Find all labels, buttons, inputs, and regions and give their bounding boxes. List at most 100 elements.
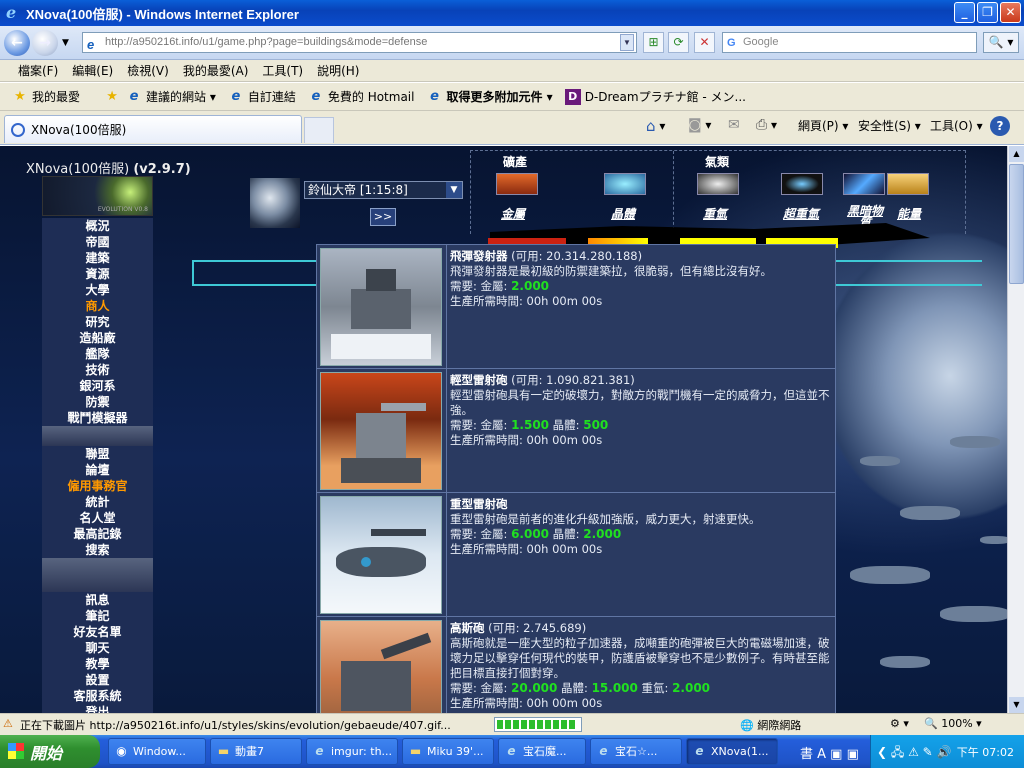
help-icon[interactable]: ? bbox=[990, 116, 1010, 136]
stop-icon[interactable]: ✕ bbox=[694, 32, 715, 53]
nav-statistics[interactable]: 統計 bbox=[42, 494, 153, 510]
start-label: 開始 bbox=[30, 743, 63, 763]
nav-empire[interactable]: 帝國 bbox=[42, 234, 153, 250]
task-window[interactable]: ◉ Window... bbox=[108, 738, 206, 765]
next-planet-button[interactable]: >> bbox=[370, 208, 396, 226]
menu-help[interactable]: 說明(H) bbox=[317, 62, 359, 79]
tools-menu[interactable]: 工具(O) ▾ bbox=[930, 117, 983, 134]
new-tab-button[interactable] bbox=[304, 117, 334, 143]
task-ie-gem2[interactable]: e 宝石☆... bbox=[590, 738, 682, 765]
scroll-up-icon[interactable]: ▲ bbox=[1009, 146, 1024, 162]
res-metal[interactable]: 金屬 bbox=[501, 205, 525, 222]
requirements-label: 需要: 金屬: bbox=[450, 279, 512, 293]
url-text: http://a950216t.info/u1/game.php?page=bu… bbox=[105, 36, 428, 48]
res-deuterium[interactable]: 重氫 bbox=[703, 205, 727, 222]
res-crystal[interactable]: 晶體 bbox=[611, 205, 635, 222]
compatibility-icon[interactable]: ⊞ bbox=[643, 32, 664, 53]
minimize-button[interactable]: _ bbox=[954, 2, 975, 23]
heavy-laser-image[interactable] bbox=[320, 496, 442, 614]
safety-menu[interactable]: 安全性(S) ▾ bbox=[858, 117, 921, 134]
nav-buddies[interactable]: 好友名單 bbox=[42, 624, 153, 640]
task-folder-miku[interactable]: ▬ Miku 39'... bbox=[402, 738, 494, 765]
history-dropdown-icon[interactable]: ▼ bbox=[62, 38, 69, 48]
nav-simulator[interactable]: 戰鬥模擬器 bbox=[42, 410, 153, 426]
res-energy[interactable]: 能量 bbox=[897, 205, 921, 222]
fav-d-dream[interactable]: D D-Dreamプラチナ館 - メン... bbox=[564, 88, 746, 105]
favorites-button[interactable]: ★ 我的最愛 bbox=[12, 88, 80, 105]
start-button[interactable]: 開始 bbox=[0, 735, 100, 768]
menu-tools[interactable]: 工具(T) bbox=[262, 62, 303, 79]
rocket-launcher-image[interactable] bbox=[320, 248, 442, 366]
fav-addons[interactable]: e 取得更多附加元件 ▾ bbox=[426, 88, 553, 105]
back-button[interactable]: ← bbox=[4, 30, 30, 56]
nav-search[interactable]: 搜索 bbox=[42, 542, 153, 558]
nav-galaxy[interactable]: 銀河系 bbox=[42, 378, 153, 394]
defense-name[interactable]: 飛彈發射器 bbox=[450, 249, 508, 263]
nav-fleet[interactable]: 艦隊 bbox=[42, 346, 153, 362]
mail-button[interactable]: ✉ bbox=[728, 117, 740, 133]
defense-name[interactable]: 輕型雷射砲 bbox=[450, 373, 508, 387]
feeds-button[interactable]: ◙ ▾ bbox=[688, 117, 711, 133]
menu-edit[interactable]: 編輯(E) bbox=[72, 62, 113, 79]
clock: 下午 07:02 bbox=[956, 746, 1014, 759]
fav-custom-links[interactable]: e 自訂連結 bbox=[228, 88, 295, 105]
light-laser-image[interactable] bbox=[320, 372, 442, 490]
nav-research[interactable]: 研究 bbox=[42, 314, 153, 330]
nav-technology[interactable]: 技術 bbox=[42, 362, 153, 378]
scroll-thumb[interactable] bbox=[1009, 164, 1024, 284]
nav-alliance[interactable]: 聯盟 bbox=[42, 446, 153, 462]
nav-officers[interactable]: 僱用事務官 bbox=[42, 478, 153, 494]
res-super-deuterium[interactable]: 超重氫 bbox=[783, 205, 819, 222]
nav-records[interactable]: 最高記錄 bbox=[42, 526, 153, 542]
search-button[interactable]: 🔍 ▾ bbox=[983, 32, 1019, 53]
nav-chat[interactable]: 聊天 bbox=[42, 640, 153, 656]
maximize-button[interactable]: ❐ bbox=[977, 2, 998, 23]
menu-file[interactable]: 檔案(F) bbox=[18, 62, 58, 79]
nav-settings[interactable]: 設置 bbox=[42, 672, 153, 688]
refresh-icon[interactable]: ⟳ bbox=[668, 32, 689, 53]
task-xnova[interactable]: e XNova(1... bbox=[686, 738, 778, 765]
nav-support[interactable]: 客服系統 bbox=[42, 688, 153, 704]
url-dropdown-icon[interactable]: ▼ bbox=[620, 34, 634, 51]
nav-overview[interactable]: 概況 bbox=[42, 218, 153, 234]
nav-messages[interactable]: 訊息 bbox=[42, 592, 153, 608]
home-button[interactable]: ⌂ ▾ bbox=[646, 117, 665, 135]
task-folder-anim[interactable]: ▬ 動畫7 bbox=[210, 738, 302, 765]
defense-name[interactable]: 重型雷射砲 bbox=[450, 497, 508, 511]
scroll-down-icon[interactable]: ▼ bbox=[1009, 697, 1024, 713]
nav-resources[interactable]: 資源 bbox=[42, 266, 153, 282]
task-imgur[interactable]: e imgur: th... bbox=[306, 738, 398, 765]
nav-merchant[interactable]: 商人 bbox=[42, 298, 153, 314]
address-field[interactable]: e http://a950216t.info/u1/game.php?page=… bbox=[82, 32, 637, 53]
nav-hall-of-fame[interactable]: 名人堂 bbox=[42, 510, 153, 526]
forward-button[interactable]: → bbox=[32, 30, 58, 56]
menu-view[interactable]: 檢視(V) bbox=[127, 62, 169, 79]
nav-logout[interactable]: 登出 bbox=[42, 704, 153, 713]
zone-indicator[interactable]: 🌐 網際網路 bbox=[740, 717, 801, 733]
zoom-control[interactable]: 🔍 100% ▾ bbox=[924, 717, 982, 730]
nav-defense[interactable]: 防禦 bbox=[42, 394, 153, 410]
close-button[interactable]: ✕ bbox=[1000, 2, 1021, 23]
planet-select[interactable]: 鈴仙大帝 [1:15:8] ▼ bbox=[304, 181, 463, 199]
vertical-scrollbar[interactable]: ▲ ▼ bbox=[1007, 146, 1024, 713]
gauss-cannon-image[interactable] bbox=[320, 620, 442, 713]
tray-icons[interactable]: ❮ 🖧 ⚠ ✎ 🔊 bbox=[877, 743, 951, 764]
fav-suggested-sites[interactable]: e 建議的網站 ▾ bbox=[126, 88, 216, 105]
page-menu[interactable]: 網頁(P) ▾ bbox=[798, 117, 848, 134]
search-field[interactable]: G Google bbox=[722, 32, 977, 53]
menu-favorites[interactable]: 我的最愛(A) bbox=[183, 62, 249, 79]
print-button[interactable]: ⎙ ▾ bbox=[756, 117, 777, 133]
fav-hotmail[interactable]: e 免費的 Hotmail bbox=[308, 88, 414, 105]
tab-xnova[interactable]: XNova(100倍服) bbox=[4, 115, 302, 143]
task-ie-gem1[interactable]: e 宝石魔... bbox=[498, 738, 586, 765]
nav-university[interactable]: 大學 bbox=[42, 282, 153, 298]
nav-forum[interactable]: 論壇 bbox=[42, 462, 153, 478]
nav-shipyard[interactable]: 造船廠 bbox=[42, 330, 153, 346]
add-favorite-button[interactable]: ★ bbox=[104, 89, 124, 105]
protected-mode-icon[interactable]: ⚙ ▾ bbox=[890, 717, 909, 730]
nav-buildings[interactable]: 建築 bbox=[42, 250, 153, 266]
ime-indicator[interactable]: 書 A ▣ ▣ bbox=[800, 743, 859, 762]
nav-tutorial[interactable]: 教學 bbox=[42, 656, 153, 672]
nav-notes[interactable]: 筆記 bbox=[42, 608, 153, 624]
defense-name[interactable]: 高斯砲 bbox=[450, 621, 485, 635]
